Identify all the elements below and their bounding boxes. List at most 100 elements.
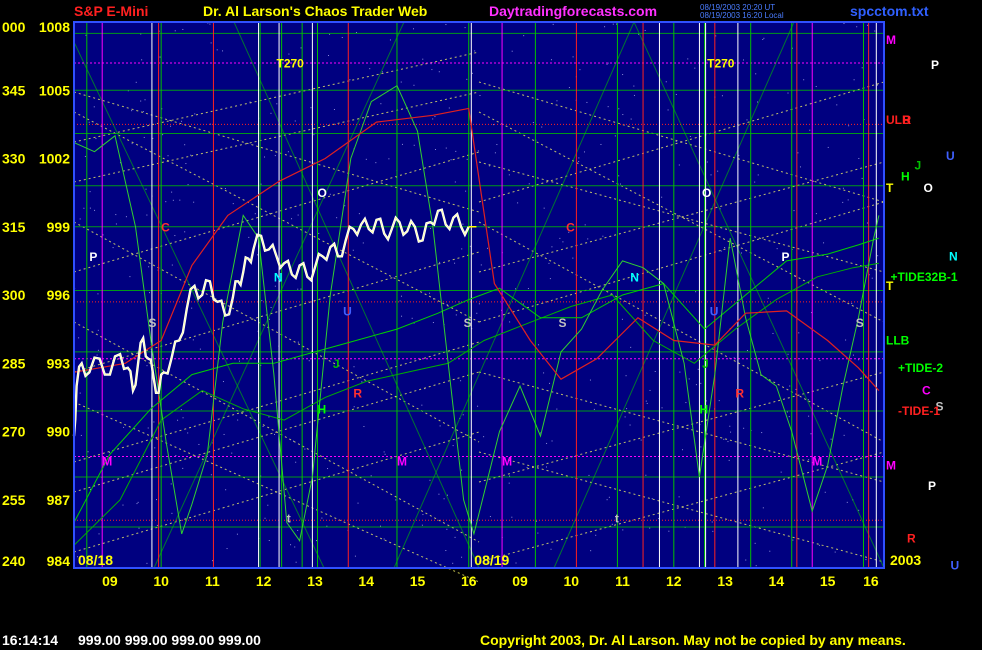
star-dot bbox=[167, 155, 169, 157]
star-dot bbox=[710, 174, 712, 176]
x-tick-label: 16 bbox=[461, 573, 477, 589]
star-dot bbox=[182, 417, 184, 419]
star-dot bbox=[607, 106, 609, 108]
star-dot bbox=[851, 302, 853, 304]
star-dot bbox=[661, 407, 663, 409]
star-dot bbox=[480, 264, 482, 266]
star-dot bbox=[477, 150, 479, 152]
star-dot bbox=[846, 501, 848, 503]
star-dot bbox=[237, 419, 239, 421]
star-dot bbox=[808, 415, 810, 417]
star-dot bbox=[454, 262, 456, 264]
star-dot bbox=[786, 411, 788, 413]
star-dot bbox=[400, 81, 402, 83]
star-dot bbox=[697, 368, 699, 370]
chart-window: T270 T270 O O P P C C N N U U S S S S J J R R H H M M M Mt t 000 10… bbox=[0, 0, 982, 650]
star-dot bbox=[232, 203, 234, 205]
star-dot bbox=[559, 237, 561, 239]
star-dot bbox=[819, 360, 821, 362]
star-dot bbox=[333, 108, 335, 110]
star-dot bbox=[626, 408, 628, 410]
flux-label: H bbox=[318, 402, 327, 416]
star-dot bbox=[515, 288, 517, 290]
star-dot bbox=[438, 71, 440, 73]
star-dot bbox=[477, 405, 479, 407]
star-dot bbox=[754, 181, 756, 183]
flux-label: J bbox=[702, 357, 709, 371]
star-dot bbox=[455, 150, 457, 152]
star-dot bbox=[156, 499, 158, 501]
star-dot bbox=[210, 474, 212, 476]
star-dot bbox=[488, 165, 490, 167]
star-dot bbox=[593, 408, 595, 410]
star-dot bbox=[291, 218, 293, 220]
star-dot bbox=[154, 447, 156, 449]
star-dot bbox=[541, 126, 543, 128]
star-dot bbox=[270, 112, 272, 114]
star-dot bbox=[604, 26, 606, 28]
star-dot bbox=[174, 30, 176, 32]
star-dot bbox=[297, 214, 299, 216]
star-dot bbox=[355, 31, 357, 33]
star-dot bbox=[720, 250, 722, 252]
star-dot bbox=[361, 381, 363, 383]
star-dot bbox=[287, 151, 289, 153]
star-dot bbox=[640, 439, 642, 441]
star-dot bbox=[454, 181, 456, 183]
star-dot bbox=[257, 254, 259, 256]
star-dot bbox=[568, 87, 570, 89]
star-dot bbox=[432, 322, 434, 324]
star-dot bbox=[428, 292, 430, 294]
star-dot bbox=[614, 135, 616, 137]
star-dot bbox=[226, 548, 228, 550]
star-dot bbox=[587, 238, 589, 240]
star-dot bbox=[625, 375, 627, 377]
star-dot bbox=[93, 106, 95, 108]
star-dot bbox=[809, 129, 811, 131]
star-dot bbox=[97, 329, 99, 331]
y-tick-degree: 300 bbox=[2, 287, 26, 303]
star-dot bbox=[562, 241, 564, 243]
star-dot bbox=[761, 432, 763, 434]
star-dot bbox=[445, 147, 447, 149]
star-dot bbox=[84, 155, 86, 157]
star-dot bbox=[622, 114, 624, 116]
star-dot bbox=[187, 184, 189, 186]
x-tick-label: 14 bbox=[358, 573, 374, 589]
date-label: 08/19 bbox=[474, 552, 509, 568]
flux-label: T270 bbox=[277, 57, 305, 71]
flux-label: C bbox=[161, 220, 170, 234]
star-dot bbox=[144, 99, 146, 101]
star-dot bbox=[313, 134, 315, 136]
right-label: T bbox=[886, 279, 894, 293]
star-dot bbox=[381, 71, 383, 73]
star-dot bbox=[94, 209, 96, 211]
star-dot bbox=[87, 451, 89, 453]
star-dot bbox=[858, 157, 860, 159]
star-dot bbox=[143, 136, 145, 138]
star-dot bbox=[187, 432, 189, 434]
star-dot bbox=[682, 449, 684, 451]
right-label: R bbox=[907, 531, 916, 545]
star-dot bbox=[622, 529, 624, 531]
star-dot bbox=[803, 79, 805, 81]
star-dot bbox=[843, 23, 845, 25]
star-dot bbox=[461, 556, 463, 558]
star-dot bbox=[478, 303, 480, 305]
star-dot bbox=[389, 39, 391, 41]
flux-label: R bbox=[353, 386, 362, 400]
star-dot bbox=[400, 295, 402, 297]
star-dot bbox=[80, 434, 82, 436]
star-dot bbox=[545, 466, 547, 468]
x-tick-label: 15 bbox=[820, 573, 836, 589]
site-link[interactable]: Daytradingforecasts.com bbox=[489, 3, 657, 19]
star-dot bbox=[162, 134, 164, 136]
star-dot bbox=[274, 285, 276, 287]
star-dot bbox=[721, 95, 723, 97]
star-dot bbox=[460, 380, 462, 382]
star-dot bbox=[180, 409, 182, 411]
star-dot bbox=[421, 524, 423, 526]
star-dot bbox=[651, 498, 653, 500]
y-tick-price: 987 bbox=[47, 492, 71, 508]
star-dot bbox=[649, 527, 651, 529]
